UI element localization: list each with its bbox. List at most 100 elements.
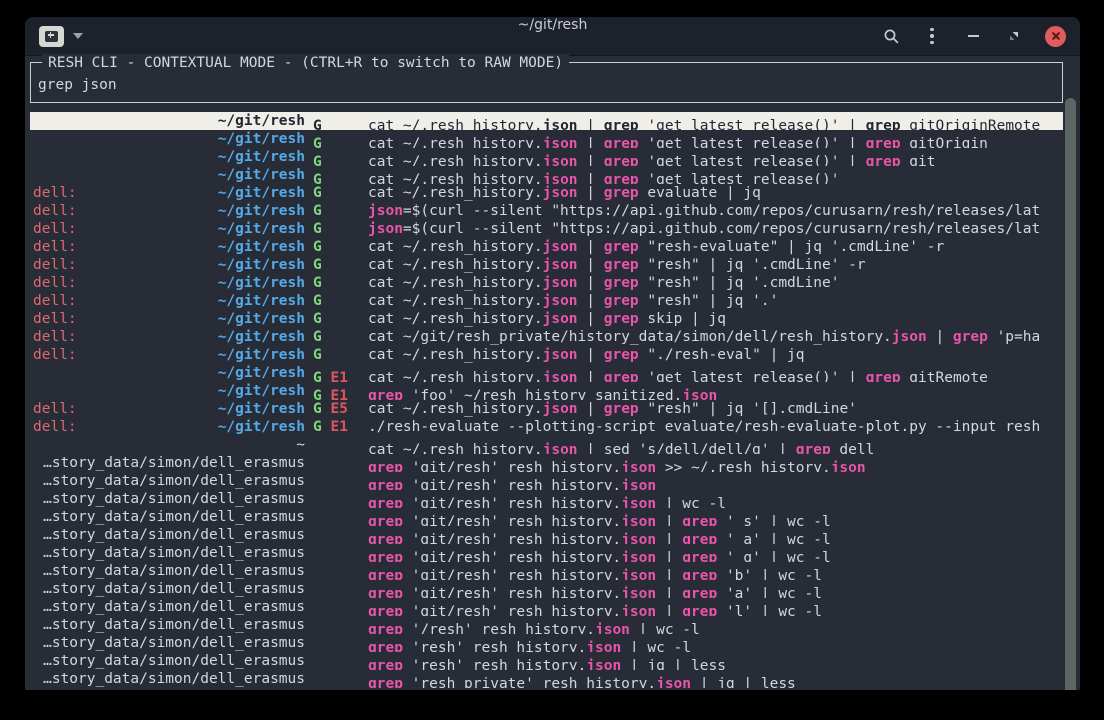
history-row[interactable]: ~/git/reshG E1grep 'foo' ~/resh_history_…: [30, 382, 1063, 400]
terminal-content: RESH CLI - CONTEXTUAL MODE - (CTRL+R to …: [25, 55, 1080, 690]
history-row[interactable]: …story_data/simon/dell_erasmusgrep 'git/…: [30, 508, 1063, 526]
flag-badge: G: [313, 370, 322, 382]
match-highlight: json: [543, 311, 578, 327]
history-row[interactable]: …story_data/simon/dell_erasmusgrep 'git/…: [30, 544, 1063, 562]
match-highlight: grep: [368, 388, 403, 400]
menu-kebab-icon[interactable]: [922, 26, 942, 46]
history-row[interactable]: ~/git/reshGcat ~/.resh_history.json | gr…: [30, 148, 1063, 166]
resh-mode-title: RESH CLI - CONTEXTUAL MODE - (CTRL+R to …: [42, 54, 569, 72]
match-highlight: json: [682, 388, 717, 400]
match-highlight: json: [621, 586, 656, 598]
history-row[interactable]: dell:~/git/reshGjson=$(curl --silent "ht…: [30, 202, 1063, 220]
history-row[interactable]: …story_data/simon/dell_erasmusgrep 'git/…: [30, 562, 1063, 580]
command-text: json=$(curl --silent "https://api.github…: [368, 220, 1063, 238]
command-text: grep 'git/resh' resh_history.json | grep…: [368, 513, 1063, 526]
history-row[interactable]: dell:~/git/reshGcat ~/git/resh_private/h…: [30, 328, 1063, 346]
flags-column: G: [305, 171, 368, 184]
history-row[interactable]: ~/git/reshGcat ~/.resh_history.json | gr…: [30, 130, 1063, 148]
flags-column: G: [305, 153, 368, 166]
history-row[interactable]: dell:~/git/reshGcat ~/.resh_history.json…: [30, 256, 1063, 274]
directory-label: ~/git/resh: [218, 202, 305, 220]
match-highlight: json: [543, 239, 578, 255]
flags-column: G: [305, 310, 368, 328]
directory-label: …story_data/simon/dell_erasmus: [43, 454, 305, 472]
command-text: grep 'resh' resh_history.json | wc -l: [368, 639, 1063, 652]
directory-label: …story_data/simon/dell_erasmus: [43, 580, 305, 598]
history-row[interactable]: dell:~/git/reshGcat ~/.resh_history.json…: [30, 274, 1063, 292]
directory-label: ~/git/resh: [218, 382, 305, 400]
history-row[interactable]: …story_data/simon/dell_erasmusgrep 'git/…: [30, 526, 1063, 544]
flags-column: G E1: [305, 387, 368, 400]
host-dir-columns: dell:~/git/resh: [30, 400, 305, 418]
history-row[interactable]: ~/git/reshGcat ~/.resh_history.json | gr…: [30, 112, 1063, 130]
match-highlight: json: [621, 460, 656, 472]
search-query-input[interactable]: grep json: [38, 76, 117, 94]
match-highlight: grep: [368, 676, 403, 688]
directory-label: ~/git/resh: [218, 184, 305, 202]
match-highlight: json: [543, 154, 578, 166]
history-row[interactable]: dell:~/git/reshGcat ~/.resh_history.json…: [30, 238, 1063, 256]
history-row[interactable]: …story_data/simon/dell_erasmusgrep 'git/…: [30, 490, 1063, 508]
host-label: dell:: [33, 310, 77, 328]
history-row[interactable]: …story_data/simon/dell_erasmusgrep 'git/…: [30, 472, 1063, 490]
host-label: dell:: [33, 238, 77, 256]
history-row[interactable]: …story_data/simon/dell_erasmusgrep 'resh…: [30, 670, 1063, 688]
host-dir-columns: ~/git/resh: [30, 112, 305, 130]
history-row[interactable]: …story_data/simon/dell_erasmusgrep 'git/…: [30, 454, 1063, 472]
command-text: cat ~/.resh_history.json | grep "resh-ev…: [368, 238, 1063, 256]
host-dir-columns: …story_data/simon/dell_erasmus: [30, 490, 305, 508]
flag-badge: G: [313, 185, 322, 201]
command-text: grep 'git/resh' resh_history.json: [368, 477, 1063, 490]
host-dir-columns: …story_data/simon/dell_erasmus: [30, 634, 305, 652]
close-button[interactable]: [1045, 26, 1066, 47]
host-dir-columns: …story_data/simon/dell_erasmus: [30, 616, 305, 634]
history-row[interactable]: …story_data/simon/dell_erasmusgrep '/res…: [30, 616, 1063, 634]
flags-column: G: [305, 328, 368, 346]
history-row[interactable]: …story_data/simon/dell_erasmusgrep 'resh…: [30, 652, 1063, 670]
history-row[interactable]: dell:~/git/reshGcat ~/.resh_history.json…: [30, 184, 1063, 202]
history-row[interactable]: …story_data/simon/dell_erasmus grep 'resh…: [30, 634, 1063, 652]
restore-button[interactable]: [1004, 26, 1024, 46]
host-label: dell:: [33, 202, 77, 220]
match-highlight: json: [595, 622, 630, 634]
history-row[interactable]: ~/git/reshGcat ~/.resh_history.json | gr…: [30, 166, 1063, 184]
scrollbar-thumb[interactable]: [1065, 98, 1076, 690]
flag-badge: G: [313, 347, 322, 363]
flag-badge: G: [313, 293, 322, 309]
history-row[interactable]: dell:~/git/reshG E5cat ~/.resh_history.j…: [30, 400, 1063, 418]
flags-column: G: [305, 346, 368, 364]
command-text: grep 'resh_private' resh_history.json | …: [368, 675, 1063, 688]
search-icon[interactable]: [881, 26, 901, 46]
command-text: cat ~/.resh_history.json | grep 'get_lat…: [368, 153, 1063, 166]
command-text: cat ~/.resh_history.json | grep "resh" |…: [368, 292, 1063, 310]
command-text: cat ~/.resh_history.json | grep "resh" |…: [368, 400, 1063, 418]
history-row[interactable]: dell:~/git/reshG E1./resh-evaluate --plo…: [30, 418, 1063, 436]
host-dir-columns: ~/git/resh: [30, 364, 305, 382]
match-highlight: grep: [368, 586, 403, 598]
history-row[interactable]: ~cat ~/.resh_history.json | sed 's/dell/…: [30, 436, 1063, 454]
flag-badge: E5: [330, 401, 347, 417]
match-highlight: grep: [368, 604, 403, 616]
host-label: dell:: [33, 184, 77, 202]
host-label: dell:: [33, 418, 77, 436]
match-highlight: json: [543, 370, 578, 382]
match-highlight: json: [543, 401, 578, 417]
flag-badge: G: [313, 118, 322, 130]
history-row[interactable]: …story_data/simon/dell_erasmusgrep 'git/…: [30, 580, 1063, 598]
host-dir-columns: dell:~/git/resh: [30, 238, 305, 256]
history-row[interactable]: dell:~/git/reshGcat ~/.resh_history.json…: [30, 346, 1063, 364]
directory-label: …story_data/simon/dell_erasmus: [43, 544, 305, 562]
history-row[interactable]: …story_data/simon/dell_erasmusgrep 'git/…: [30, 598, 1063, 616]
host-label: dell:: [33, 328, 77, 346]
flag-badge: G: [313, 388, 322, 400]
host-dir-columns: …story_data/simon/dell_erasmus: [30, 526, 305, 544]
history-row[interactable]: ~/git/reshG E1cat ~/.resh_history.json |…: [30, 364, 1063, 382]
history-row[interactable]: dell:~/git/reshGjson=$(curl --silent "ht…: [30, 220, 1063, 238]
command-text: cat ~/.resh_history.json | sed 's/dell/d…: [368, 441, 1063, 454]
match-highlight: grep: [866, 154, 901, 166]
minimize-button[interactable]: [963, 26, 983, 46]
host-dir-columns: …story_data/simon/dell_erasmus: [30, 544, 305, 562]
history-row[interactable]: dell:~/git/reshGcat ~/.resh_history.json…: [30, 292, 1063, 310]
directory-label: ~/git/resh: [218, 220, 305, 238]
history-row[interactable]: dell:~/git/reshGcat ~/.resh_history.json…: [30, 310, 1063, 328]
